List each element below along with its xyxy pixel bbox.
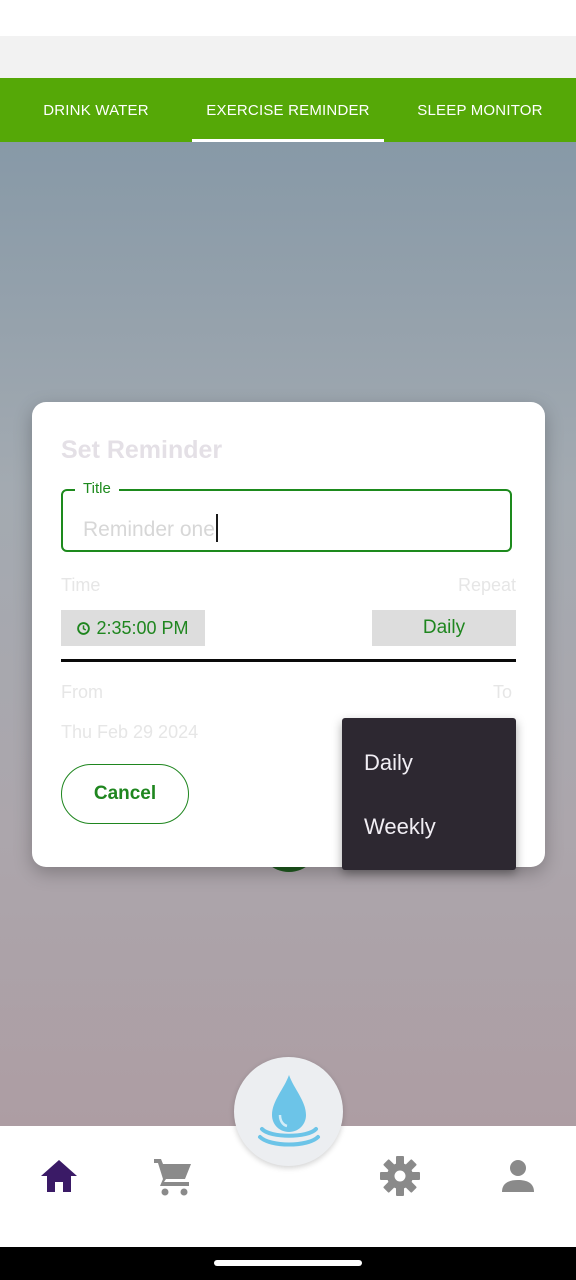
title-field[interactable]: Title Reminder one bbox=[61, 480, 512, 552]
time-picker-button[interactable]: 2:35:00 PM bbox=[61, 610, 205, 646]
divider bbox=[61, 659, 516, 662]
repeat-option-weekly[interactable]: Weekly bbox=[364, 814, 436, 840]
tab-sleep-monitor[interactable]: SLEEP MONITOR bbox=[384, 78, 576, 142]
title-input-value: Reminder one bbox=[83, 518, 215, 541]
dialog-title: Set Reminder bbox=[61, 436, 223, 464]
top-tab-bar: DRINK WATER EXERCISE REMINDER SLEEP MONI… bbox=[0, 78, 576, 142]
tab-exercise-reminder[interactable]: EXERCISE REMINDER bbox=[192, 78, 384, 142]
status-bar bbox=[0, 0, 576, 36]
water-fab-button[interactable] bbox=[234, 1057, 343, 1166]
title-field-label: Title bbox=[75, 480, 119, 497]
from-date-value[interactable]: Thu Feb 29 2024 bbox=[61, 722, 198, 743]
time-value: 2:35:00 PM bbox=[96, 617, 189, 638]
repeat-value: Daily bbox=[422, 617, 466, 638]
from-label: From bbox=[61, 682, 103, 702]
tab-drink-water[interactable]: DRINK WATER bbox=[0, 78, 192, 142]
title-input[interactable]: Reminder one bbox=[83, 514, 218, 542]
clock-icon bbox=[77, 621, 91, 635]
gear-icon[interactable] bbox=[378, 1154, 422, 1198]
cancel-button[interactable]: Cancel bbox=[61, 764, 189, 824]
to-label: To bbox=[492, 682, 512, 702]
repeat-label: Repeat bbox=[457, 575, 516, 595]
home-icon[interactable] bbox=[37, 1154, 81, 1198]
text-caret bbox=[215, 514, 218, 542]
home-gesture-pill[interactable] bbox=[214, 1260, 362, 1266]
app-bar bbox=[0, 36, 576, 78]
repeat-option-daily[interactable]: Daily bbox=[364, 750, 413, 776]
repeat-dropdown-button[interactable]: Daily bbox=[372, 610, 516, 646]
cart-icon[interactable] bbox=[151, 1154, 195, 1198]
time-label: Time bbox=[61, 575, 101, 595]
repeat-options-menu: Daily Weekly bbox=[342, 718, 516, 870]
water-drop-icon bbox=[258, 1075, 320, 1147]
person-icon[interactable] bbox=[496, 1154, 540, 1198]
